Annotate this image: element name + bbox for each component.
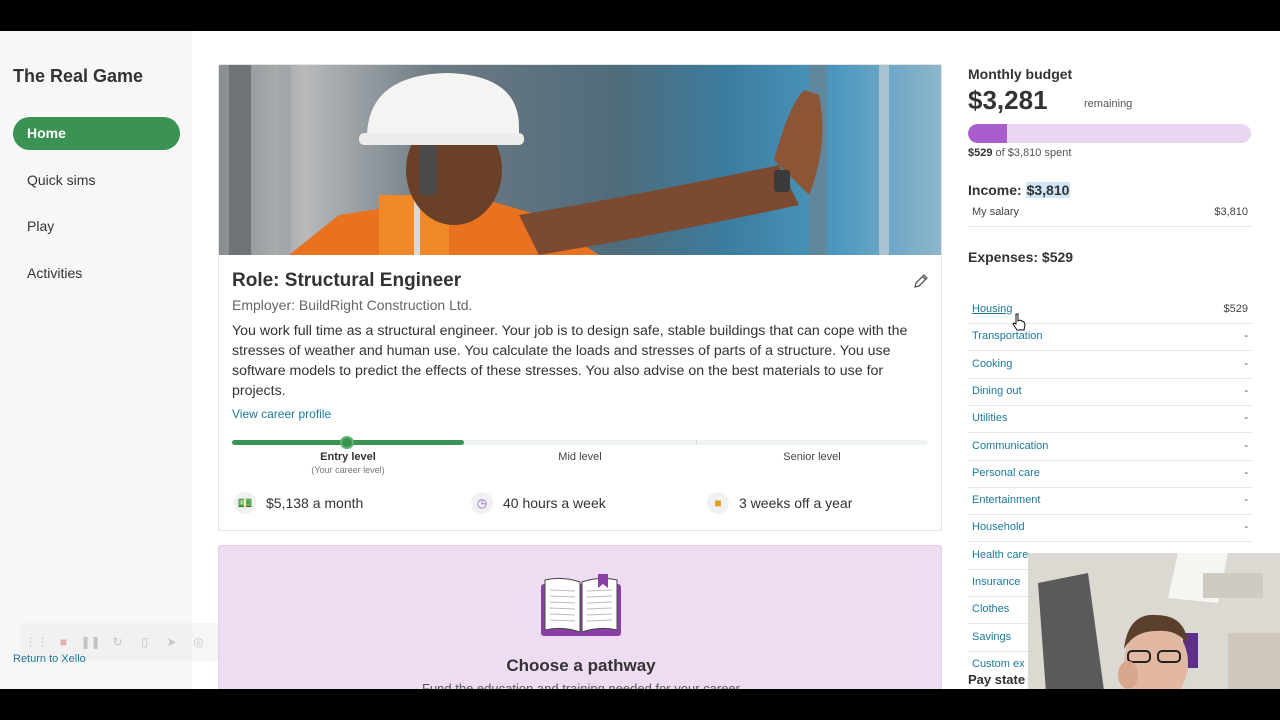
employer-text: Employer: BuildRight Construction Ltd. [232,297,473,313]
expense-category-link[interactable]: Utilities [972,412,1007,424]
budget-remaining-label: remaining [1084,98,1133,110]
expense-value: - [1244,439,1248,452]
nav-item-play[interactable]: Play [13,210,180,243]
budget-remaining-amount: $3,281 [968,85,1048,115]
level-label-mid: Mid level [558,451,602,463]
expense-category-link[interactable]: Dining out [972,385,1022,397]
webcam-overlay [1028,553,1280,689]
restart-icon[interactable]: ↻ [109,634,126,651]
pointer-icon[interactable]: ➤ [163,634,180,651]
expense-value: - [1244,494,1248,507]
pause-icon[interactable]: ❚❚ [80,634,100,651]
expenses-heading: Expenses: $529 [968,249,1074,265]
expense-value: - [1244,357,1248,370]
expense-category-link[interactable]: Transportation [972,330,1043,342]
expense-row: Transportation - [968,324,1252,352]
budget-spent-amount: $529 [968,147,993,159]
app-title: The Real Game [13,66,144,86]
stat-vacation: ■ 3 weeks off a year [707,492,852,514]
expense-row: Personal care - [968,461,1252,488]
expense-value: - [1244,412,1248,425]
spotlight-icon[interactable]: ◎ [190,634,207,651]
income-label: Income: [968,182,1022,198]
role-description: You work full time as a structural engin… [232,323,908,399]
role-hero-image [219,65,941,255]
expense-row: Utilities - [968,406,1252,434]
expense-row: Housing $529 [968,297,1252,324]
expense-row: Household - [968,515,1252,543]
current-level-marker-icon [340,436,354,449]
expense-row: Dining out - [968,379,1252,406]
pay-statement-heading: Pay state [968,672,1026,687]
stat-salary: 💵 $5,138 a month [234,492,363,514]
view-career-profile-link[interactable]: View career profile [232,407,331,421]
nav-item-home[interactable]: Home [13,117,180,150]
role-title: Role: Structural Engineer [232,270,462,291]
level-label-entry: Entry level [320,451,376,463]
stat-vacation-text: 3 weeks off a year [739,495,853,511]
expense-category-link[interactable]: Health care [972,549,1028,561]
stop-icon[interactable]: ■ [55,634,72,651]
role-card: Role: Structural Engineer Employer: Buil… [218,64,942,531]
expense-value: - [1244,521,1248,534]
expense-category-link[interactable]: Clothes [972,603,1009,615]
expense-category-link[interactable]: Savings [972,631,1011,643]
income-amount: $3,810 [1025,182,1071,198]
clock-icon: ◷ [471,492,493,514]
expense-category-link[interactable]: Household [972,521,1025,533]
edit-pencil-icon[interactable] [913,273,931,291]
expense-category-link[interactable]: Housing [972,303,1012,315]
suitcase-icon: ■ [707,492,729,514]
expense-value: - [1244,384,1248,397]
pathway-card[interactable]: Choose a pathway Fund the education and … [218,545,942,689]
budget-spent-text: $529 of $3,810 spent [968,147,1071,159]
income-row-value: $3,810 [1214,206,1248,218]
book-icon [540,574,622,645]
expense-category-link[interactable]: Entertainment [972,494,1040,506]
stat-hours: ◷ 40 hours a week [471,492,606,514]
career-level-track [232,436,928,449]
income-row-name: My salary [972,206,1020,218]
level-sub-entry: (Your career level) [311,465,385,475]
income-heading: Income: $3,810 [968,182,1071,198]
level-label-senior: Senior level [783,451,841,463]
expense-row: Communication - [968,434,1252,461]
level-divider [696,440,697,445]
pathway-title: Choose a pathway [506,656,656,675]
expense-value: - [1244,466,1248,479]
expense-category-link[interactable]: Communication [972,440,1048,452]
stat-hours-text: 40 hours a week [503,495,606,511]
budget-progress-fill [968,124,1008,143]
expense-value: $529 [1223,303,1248,315]
nav-item-activities[interactable]: Activities [13,257,180,290]
return-to-xello-link[interactable]: Return to Xello [13,653,86,665]
expense-row: Entertainment - [968,488,1252,516]
expense-category-link[interactable]: Insurance [972,576,1020,588]
sidebar: The Real Game Home Quick sims Play Activ… [0,31,520,689]
income-row: My salary $3,810 [968,200,1252,227]
money-icon: 💵 [234,492,256,514]
expense-category-link[interactable]: Personal care [972,467,1040,479]
expense-category-link[interactable]: Custom ex [972,658,1025,670]
budget-spent-suffix: of $3,810 spent [995,147,1072,159]
nav-item-quick-sims[interactable]: Quick sims [13,164,180,197]
trash-icon[interactable]: ▯ [136,634,153,651]
expense-category-link[interactable]: Cooking [972,358,1012,370]
app-frame: The Real Game Home Quick sims Play Activ… [0,31,1280,689]
budget-label: Monthly budget [968,66,1073,82]
budget-progress-bar [968,124,1251,143]
drag-handle-icon[interactable]: ⋮⋮ [25,634,49,651]
pathway-subtitle: Fund the education and training needed f… [422,681,740,689]
stat-salary-text: $5,138 a month [266,495,364,511]
hand-cursor-icon [1012,313,1026,336]
expense-value: - [1244,330,1248,343]
expense-row: Cooking - [968,352,1252,379]
